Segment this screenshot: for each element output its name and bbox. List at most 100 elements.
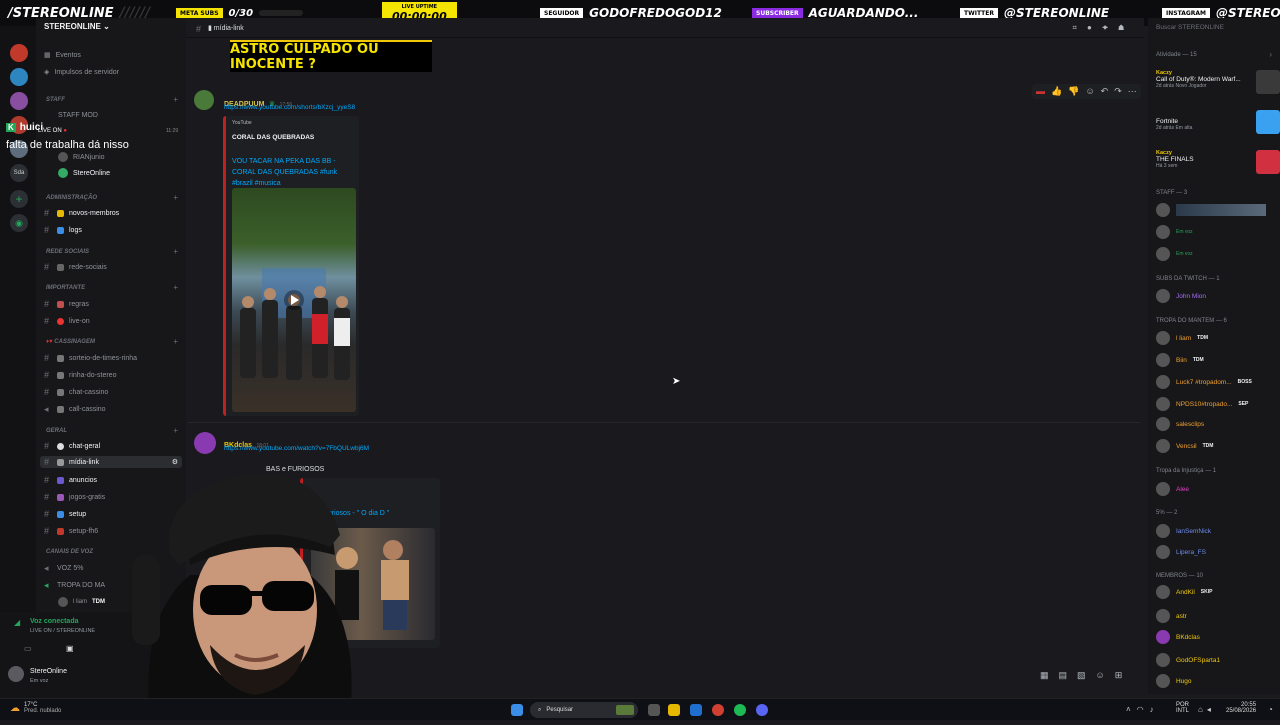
- sidebar-item-staff-user[interactable]: RIANjunio: [58, 151, 105, 163]
- mic-icon[interactable]: ♪: [1150, 705, 1160, 714]
- taskbar-search[interactable]: ⌕ Pesquisar: [530, 702, 638, 718]
- threads-icon[interactable]: ⌗: [1073, 23, 1088, 32]
- channel-setup-fh6[interactable]: # setup-fh6: [44, 525, 98, 537]
- member-item[interactable]: l liam TDM: [1156, 330, 1208, 346]
- member-search[interactable]: Buscar STEREONLINE: [1156, 24, 1224, 31]
- message-link[interactable]: https://www.youtube.com/watch?v=7FbQULwb…: [224, 445, 369, 452]
- member-item[interactable]: Lipera_FS: [1156, 544, 1206, 560]
- channel-chat-cassino[interactable]: # chat-cassino: [44, 386, 108, 398]
- members-icon[interactable]: ☗: [1118, 23, 1134, 32]
- member-item[interactable]: John Mion: [1156, 288, 1206, 304]
- user-avatar[interactable]: [8, 666, 24, 682]
- member-item[interactable]: Em voz: [1156, 246, 1193, 262]
- gif-icon[interactable]: ▤: [1059, 670, 1068, 681]
- channel-call-cassino[interactable]: ◂ call-cassino: [44, 403, 106, 415]
- channel-anuncios[interactable]: # anuncios: [44, 474, 97, 486]
- author-avatar[interactable]: [194, 432, 216, 454]
- member-item[interactable]: Hugo: [1156, 673, 1192, 689]
- server-icon[interactable]: [10, 44, 28, 62]
- sidebar-item-boosts[interactable]: ◈ Impulsos de servidor: [44, 66, 119, 78]
- category-voz[interactable]: CANAIS DE VOZ: [46, 549, 93, 555]
- chrome-icon[interactable]: [712, 704, 724, 716]
- add-channel-icon[interactable]: +: [173, 283, 178, 292]
- spotify-icon[interactable]: [734, 704, 746, 716]
- chevron-right-icon[interactable]: ›: [1269, 50, 1272, 59]
- server-icon[interactable]: Sda: [10, 164, 28, 182]
- member-item[interactable]: GodOFSparta1: [1156, 652, 1220, 668]
- voice-channel-voz5[interactable]: ◂ VOZ 5%: [44, 562, 83, 574]
- add-channel-icon[interactable]: +: [173, 95, 178, 104]
- member-item[interactable]: NPDS10#tropado... SEP: [1156, 396, 1248, 412]
- wifi-icon[interactable]: ◠: [1137, 705, 1150, 714]
- activity-card[interactable]: Fortnite 2d atrás Em alta: [1156, 110, 1280, 138]
- sidebar-item-staff-mod[interactable]: STAFF MOD: [58, 109, 98, 121]
- add-channel-icon[interactable]: +: [173, 247, 178, 256]
- store-icon[interactable]: [690, 704, 702, 716]
- chevron-up-icon[interactable]: ˄: [1126, 705, 1137, 714]
- channel-novos-membros[interactable]: # novos-membros: [44, 207, 119, 219]
- category-redes[interactable]: REDE SOCIAIS: [46, 249, 89, 255]
- notification-bell-icon[interactable]: ◔: [1268, 705, 1273, 714]
- category-cassinagem[interactable]: ♦♥ CASSINAGEM: [46, 339, 95, 345]
- forward-icon[interactable]: ↷: [1114, 86, 1122, 97]
- voice-channel-tropa[interactable]: ◂ TROPA DO MA: [44, 579, 105, 591]
- video-icon[interactable]: ▭: [24, 644, 32, 653]
- sidebar-item-events[interactable]: ▦ Eventos: [44, 49, 81, 61]
- channel-sorteio[interactable]: # sorteio-de-times-rinha: [44, 352, 137, 364]
- channel-regras[interactable]: # regras: [44, 298, 89, 310]
- member-item[interactable]: BKdclas: [1156, 629, 1200, 645]
- channel-rede-sociais[interactable]: # rede-sociais: [44, 261, 107, 273]
- embed-title[interactable]: VOU TACAR NA PEKA DAS BB - CORAL DAS QUE…: [232, 156, 352, 189]
- member-item[interactable]: Biin TDM: [1156, 352, 1204, 368]
- thumbs-down-icon[interactable]: 👎: [1068, 86, 1079, 97]
- member-item[interactable]: IanSemNick: [1156, 523, 1211, 539]
- add-channel-icon[interactable]: +: [173, 337, 178, 346]
- member-item[interactable]: astr: [1156, 608, 1187, 624]
- category-geral[interactable]: GERAL: [46, 428, 67, 434]
- channel-jogos-gratis[interactable]: # jogos-gratis: [44, 491, 105, 503]
- message-link[interactable]: https://www.youtube.com/shorts/bXzcj_yye…: [224, 104, 355, 111]
- bell-icon[interactable]: ●: [1087, 23, 1102, 32]
- clock[interactable]: 20:55 25/08/2026: [1226, 702, 1256, 714]
- weather-widget[interactable]: ☁ 17°C Pred. nublado: [10, 702, 61, 714]
- member-item[interactable]: AndKil SKIP: [1156, 584, 1212, 600]
- member-item[interactable]: Luck7 #tropadom... BOSS: [1156, 374, 1252, 390]
- voice-user[interactable]: l liam TDM: [58, 596, 105, 608]
- emoji-icon[interactable]: ☺: [1085, 86, 1094, 97]
- language-indicator[interactable]: POR INTL: [1176, 702, 1189, 714]
- channel-live-on[interactable]: # live-on: [44, 315, 90, 327]
- channel-chat-geral[interactable]: # chat-geral: [44, 440, 100, 452]
- add-channel-icon[interactable]: +: [173, 193, 178, 202]
- screen-share-icon[interactable]: ▣: [66, 644, 74, 653]
- reply-icon[interactable]: ↶: [1101, 86, 1109, 97]
- category-staff[interactable]: STAFF: [46, 97, 65, 103]
- sticker-icon[interactable]: ▧: [1077, 670, 1086, 681]
- server-name[interactable]: STEREONLINE ⌄: [44, 22, 110, 31]
- server-icon[interactable]: [10, 68, 28, 86]
- apps-icon[interactable]: ⊞: [1115, 670, 1123, 681]
- author-avatar[interactable]: [194, 90, 214, 110]
- channel-rinha[interactable]: # rinha-do-stereo: [44, 369, 116, 381]
- sidebar-item-staff-user[interactable]: StereOnline: [58, 167, 110, 179]
- file-explorer-icon[interactable]: [668, 704, 680, 716]
- channel-logs[interactable]: # logs: [44, 224, 82, 236]
- discord-icon[interactable]: [756, 704, 768, 716]
- channel-setup[interactable]: # setup: [44, 508, 86, 520]
- member-item[interactable]: Em voz: [1156, 224, 1193, 240]
- category-admin[interactable]: ADMINISTRAÇÃO: [46, 195, 97, 201]
- discover-icon[interactable]: ◉: [10, 214, 28, 232]
- add-channel-icon[interactable]: +: [173, 426, 178, 435]
- activity-card[interactable]: Kaczy THE FINALS Há 3 sem: [1156, 150, 1280, 178]
- member-item[interactable]: Alee: [1156, 481, 1189, 497]
- category-importante[interactable]: IMPORTANTE: [46, 285, 85, 291]
- network-icon[interactable]: ⌂: [1198, 705, 1207, 714]
- thumbs-up-icon[interactable]: 👍: [1051, 86, 1062, 97]
- more-icon[interactable]: ⋯: [1128, 86, 1137, 97]
- server-icon[interactable]: [10, 92, 28, 110]
- pin-icon[interactable]: ✦: [1102, 23, 1118, 32]
- video-thumbnail[interactable]: [232, 188, 356, 412]
- member-item[interactable]: Vencsil TDM: [1156, 438, 1213, 454]
- add-server-icon[interactable]: +: [10, 190, 28, 208]
- member-item[interactable]: salesclips: [1156, 416, 1204, 432]
- task-view-icon[interactable]: [648, 704, 660, 716]
